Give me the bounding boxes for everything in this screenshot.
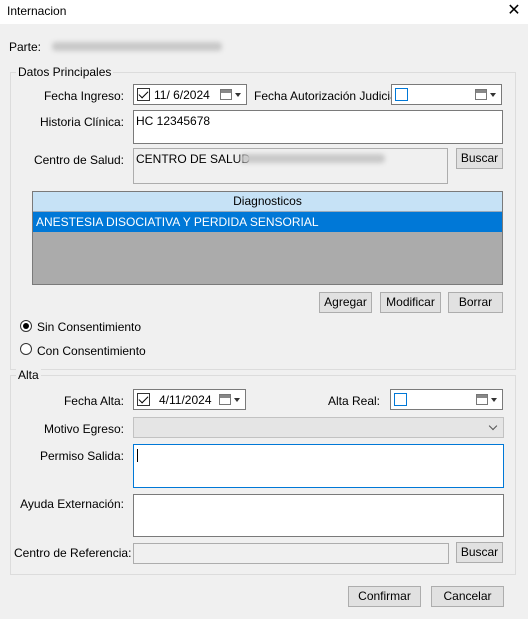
agregar-button[interactable]: Agregar xyxy=(319,292,372,313)
cancelar-button[interactable]: Cancelar xyxy=(431,586,504,607)
fecha-ingreso-value: 11/ 6/2024 xyxy=(154,88,210,102)
dropdown-caret-icon[interactable] xyxy=(490,93,496,97)
historia-clinica-value: HC 12345678 xyxy=(136,114,211,128)
alta-legend: Alta xyxy=(16,368,41,382)
dropdown-caret-icon[interactable] xyxy=(234,398,240,402)
dropdown-caret-icon[interactable] xyxy=(491,398,497,402)
permiso-salida-label: Permiso Salida: xyxy=(39,449,124,463)
centro-salud-value: CENTRO DE SALUD xyxy=(136,152,251,166)
dropdown-caret-icon[interactable] xyxy=(235,93,241,97)
motivo-egreso-label: Motivo Egreso: xyxy=(43,422,124,436)
confirmar-button[interactable]: Confirmar xyxy=(348,586,421,607)
fecha-alta-value: 4/11/2024 xyxy=(159,393,212,407)
fecha-autorizacion-label: Fecha Autorización Judicial: xyxy=(254,89,403,103)
centro-salud-label: Centro de Salud: xyxy=(33,153,124,167)
diagnostico-row[interactable]: ANESTESIA DISOCIATIVA Y PERDIDA SENSORIA… xyxy=(33,212,502,232)
permiso-salida-field[interactable] xyxy=(133,444,504,488)
fecha-autorizacion-picker[interactable] xyxy=(391,84,502,105)
datos-principales-legend: Datos Principales xyxy=(16,65,114,79)
sin-consentimiento-radio[interactable] xyxy=(20,320,32,332)
historia-clinica-label: Historia Clínica: xyxy=(39,115,124,129)
fecha-ingreso-checkbox[interactable] xyxy=(137,88,150,101)
close-icon[interactable]: ✕ xyxy=(500,1,528,23)
calendar-icon[interactable] xyxy=(475,89,487,100)
fecha-alta-picker[interactable]: 4/11/2024 xyxy=(133,389,246,410)
ayuda-externacion-field[interactable] xyxy=(133,494,504,537)
fecha-ingreso-picker[interactable]: 11/ 6/2024 xyxy=(133,84,247,105)
fecha-alta-label: Fecha Alta: xyxy=(63,394,124,408)
calendar-icon[interactable] xyxy=(219,394,231,405)
fecha-ingreso-label: Fecha Ingreso: xyxy=(43,89,124,103)
centro-salud-redacted xyxy=(240,154,385,163)
con-consentimiento-radio[interactable] xyxy=(20,343,32,355)
alta-real-checkbox[interactable] xyxy=(394,393,407,406)
diagnosticos-header: Diagnosticos xyxy=(33,192,502,212)
chevron-down-icon[interactable] xyxy=(488,421,498,431)
motivo-egreso-select[interactable] xyxy=(133,417,504,438)
alta-real-picker[interactable] xyxy=(390,389,503,410)
ayuda-externacion-label: Ayuda Externación: xyxy=(20,497,124,511)
title-bar xyxy=(0,0,528,24)
buscar-centro-referencia-button[interactable]: Buscar xyxy=(456,542,503,563)
historia-clinica-field[interactable]: HC 12345678 xyxy=(133,110,503,144)
borrar-button[interactable]: Borrar xyxy=(448,292,503,313)
parte-label: Parte: xyxy=(9,40,42,54)
centro-referencia-label: Centro de Referencia: xyxy=(14,546,132,560)
text-cursor xyxy=(137,449,138,462)
calendar-icon[interactable] xyxy=(476,394,488,405)
buscar-centro-salud-button[interactable]: Buscar xyxy=(456,148,503,169)
window-title: Internacion xyxy=(7,4,67,18)
calendar-icon[interactable] xyxy=(220,89,232,100)
modificar-button[interactable]: Modificar xyxy=(380,292,441,313)
con-consentimiento-label[interactable]: Con Consentimiento xyxy=(37,344,146,358)
centro-referencia-field[interactable] xyxy=(133,543,449,564)
alta-real-label: Alta Real: xyxy=(327,394,380,408)
parte-value-redacted xyxy=(52,42,222,51)
diagnosticos-grid[interactable]: Diagnosticos ANESTESIA DISOCIATIVA Y PER… xyxy=(32,191,503,285)
fecha-autorizacion-checkbox[interactable] xyxy=(395,88,408,101)
sin-consentimiento-label[interactable]: Sin Consentimiento xyxy=(37,320,141,334)
fecha-alta-checkbox[interactable] xyxy=(137,393,150,406)
